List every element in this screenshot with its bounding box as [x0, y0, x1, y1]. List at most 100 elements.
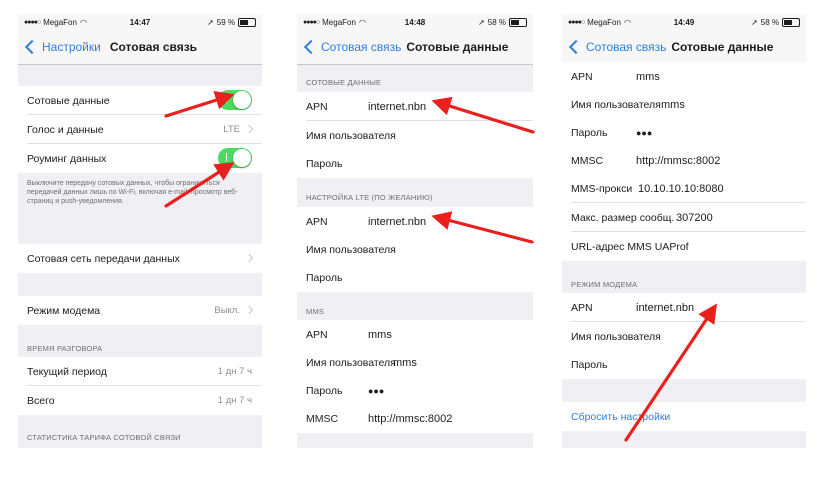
row-max-size[interactable]: Макс. размер сообщ. 307200: [562, 203, 806, 232]
row-uaprof[interactable]: URL-адрес MMS UAProf: [562, 232, 806, 261]
row-network[interactable]: Сотовая сеть передачи данных: [18, 244, 262, 273]
back-label: Настройки: [42, 40, 101, 54]
row-label: APN: [306, 100, 328, 113]
back-label: Сотовая связь: [586, 40, 667, 54]
wifi-icon: ◠: [623, 17, 631, 27]
mms-password-field[interactable]: ●●●: [368, 386, 384, 396]
section-header: СТАТИСТИКА ТАРИФА СОТОВОЙ СВЯЗИ: [27, 433, 181, 442]
row-label: MMS-прокси: [571, 182, 633, 195]
row-mmsc[interactable]: MMSC http://mmsc:8002: [562, 146, 806, 175]
row-label: Пароль: [306, 271, 343, 284]
row-label: Макс. размер сообщ.: [571, 211, 675, 224]
location-icon: ➚: [478, 17, 485, 27]
page-title: Сотовые данные: [406, 40, 509, 54]
mms-apn-field[interactable]: mms: [368, 329, 392, 341]
chevron-right-icon: [244, 253, 254, 263]
toggle-on-mark: [226, 95, 227, 103]
row-lte-apn[interactable]: APN internet.nbn: [297, 207, 533, 236]
row-label: Текущий период: [27, 365, 107, 378]
section-header: СОТОВЫЕ ДАННЫЕ: [306, 78, 382, 87]
mms-username-field[interactable]: mms: [661, 99, 685, 111]
row-mms-username[interactable]: Имя пользователя mms: [562, 90, 806, 119]
row-hotspot[interactable]: Режим модема Выкл.: [18, 296, 262, 325]
status-bar: ●●●●○ MegaFon ◠ 14:48 ➚ 58 %: [297, 14, 533, 30]
battery-label: 58 %: [760, 17, 779, 27]
back-label: Сотовая связь: [321, 40, 402, 54]
row-label: Всего: [27, 394, 55, 407]
row-mms-proxy[interactable]: MMS-прокси 10.10.10.10:8080: [562, 174, 806, 203]
back-button[interactable]: Сотовая связь: [562, 39, 667, 55]
location-icon: ➚: [207, 17, 214, 27]
row-label: Сотовые данные: [27, 94, 110, 107]
row-label: Пароль: [571, 358, 608, 371]
carrier-label: MegaFon: [322, 17, 356, 27]
row-label: Роуминг данных: [27, 152, 107, 165]
row-voice-data[interactable]: Голос и данные LTE: [18, 115, 262, 144]
mmsc-field[interactable]: http://mmsc:8002: [636, 155, 720, 167]
row-total: Всего 1 дн 7 ч: [18, 386, 262, 415]
chevron-left-icon: [303, 39, 319, 55]
row-label: Пароль: [571, 126, 608, 139]
row-password[interactable]: Пароль: [297, 149, 533, 178]
back-button[interactable]: Сотовая связь: [297, 39, 402, 55]
wifi-icon: ◠: [79, 17, 87, 27]
chevron-right-icon: [244, 124, 254, 134]
row-label: Имя пользователя: [306, 129, 396, 142]
battery-icon: [782, 17, 800, 27]
voice-data-value: LTE: [223, 124, 240, 135]
chevron-right-icon: [244, 305, 254, 315]
row-label: Режим модема: [27, 304, 101, 317]
hotspot-value: Выкл.: [214, 305, 240, 316]
mms-apn-field[interactable]: mms: [636, 71, 660, 83]
nav-bar: Сотовая связь Сотовые данные: [562, 30, 806, 65]
row-reset[interactable]: Сбросить настройки: [562, 402, 806, 431]
screen-cellular-data-scrolled: ●●●●○ MegaFon ◠ 14:49 ➚ 58 % Сотовая связь …: [562, 14, 806, 448]
reset-settings-button[interactable]: Сбросить настройки: [571, 411, 670, 423]
wifi-icon: ◠: [358, 17, 366, 27]
row-label: Сотовая сеть передачи данных: [27, 252, 180, 265]
battery-icon: [509, 17, 527, 27]
row-lte-password[interactable]: Пароль: [297, 263, 533, 292]
row-label: APN: [306, 215, 328, 228]
row-mms-apn[interactable]: APN mms: [562, 62, 806, 91]
row-mms-password[interactable]: Пароль ●●●: [297, 376, 533, 405]
lte-apn-field[interactable]: internet.nbn: [368, 216, 426, 228]
mmsc-field[interactable]: http://mmsc:8002: [368, 413, 452, 425]
apn-field[interactable]: internet.nbn: [368, 101, 426, 113]
row-cellular-data: Сотовые данные: [18, 86, 262, 115]
row-label: Имя пользователя: [306, 243, 396, 256]
section-header: ВРЕМЯ РАЗГОВОРА: [27, 344, 103, 353]
battery-label: 58 %: [487, 17, 506, 27]
roaming-toggle[interactable]: [218, 148, 252, 168]
cellular-data-toggle[interactable]: [218, 90, 252, 110]
row-mmsc[interactable]: MMSC http://mmsc:8002: [297, 404, 533, 433]
row-mms-password[interactable]: Пароль ●●●: [562, 118, 806, 147]
row-label: MMSC: [306, 412, 339, 425]
nav-bar: Сотовая связь Сотовые данные: [297, 30, 533, 65]
mms-proxy-field[interactable]: 10.10.10.10:8080: [638, 183, 724, 195]
total-value: 1 дн 7 ч: [217, 395, 252, 406]
row-label: URL-адрес MMS UAProf: [571, 240, 689, 253]
row-label: Пароль: [306, 157, 343, 170]
row-apn[interactable]: APN internet.nbn: [297, 92, 533, 121]
row-username[interactable]: Имя пользователя: [297, 121, 533, 150]
modem-apn-field[interactable]: internet.nbn: [636, 302, 694, 314]
row-mms-apn[interactable]: APN mms: [297, 320, 533, 349]
row-label: MMSC: [571, 154, 604, 167]
row-modem-username[interactable]: Имя пользователя: [562, 322, 806, 351]
mms-username-field[interactable]: mms: [393, 357, 417, 369]
row-lte-username[interactable]: Имя пользователя: [297, 235, 533, 264]
max-size-field[interactable]: 307200: [676, 212, 713, 224]
row-modem-password[interactable]: Пароль: [562, 350, 806, 379]
row-roaming: Роуминг данных: [18, 144, 262, 173]
nav-bar: Настройки Сотовая связь: [18, 30, 262, 65]
mms-password-field[interactable]: ●●●: [636, 128, 652, 138]
row-label: Голос и данные: [27, 123, 104, 136]
back-button[interactable]: Настройки: [18, 39, 101, 55]
row-modem-apn[interactable]: APN internet.nbn: [562, 293, 806, 322]
status-bar: ●●●●○ MegaFon ◠ 14:47 ➚ 59 %: [18, 14, 262, 30]
battery-icon: [238, 17, 256, 27]
row-mms-username[interactable]: Имя пользователя mms: [297, 348, 533, 377]
row-current-period: Текущий период 1 дн 7 ч: [18, 357, 262, 386]
row-label: APN: [571, 70, 593, 83]
